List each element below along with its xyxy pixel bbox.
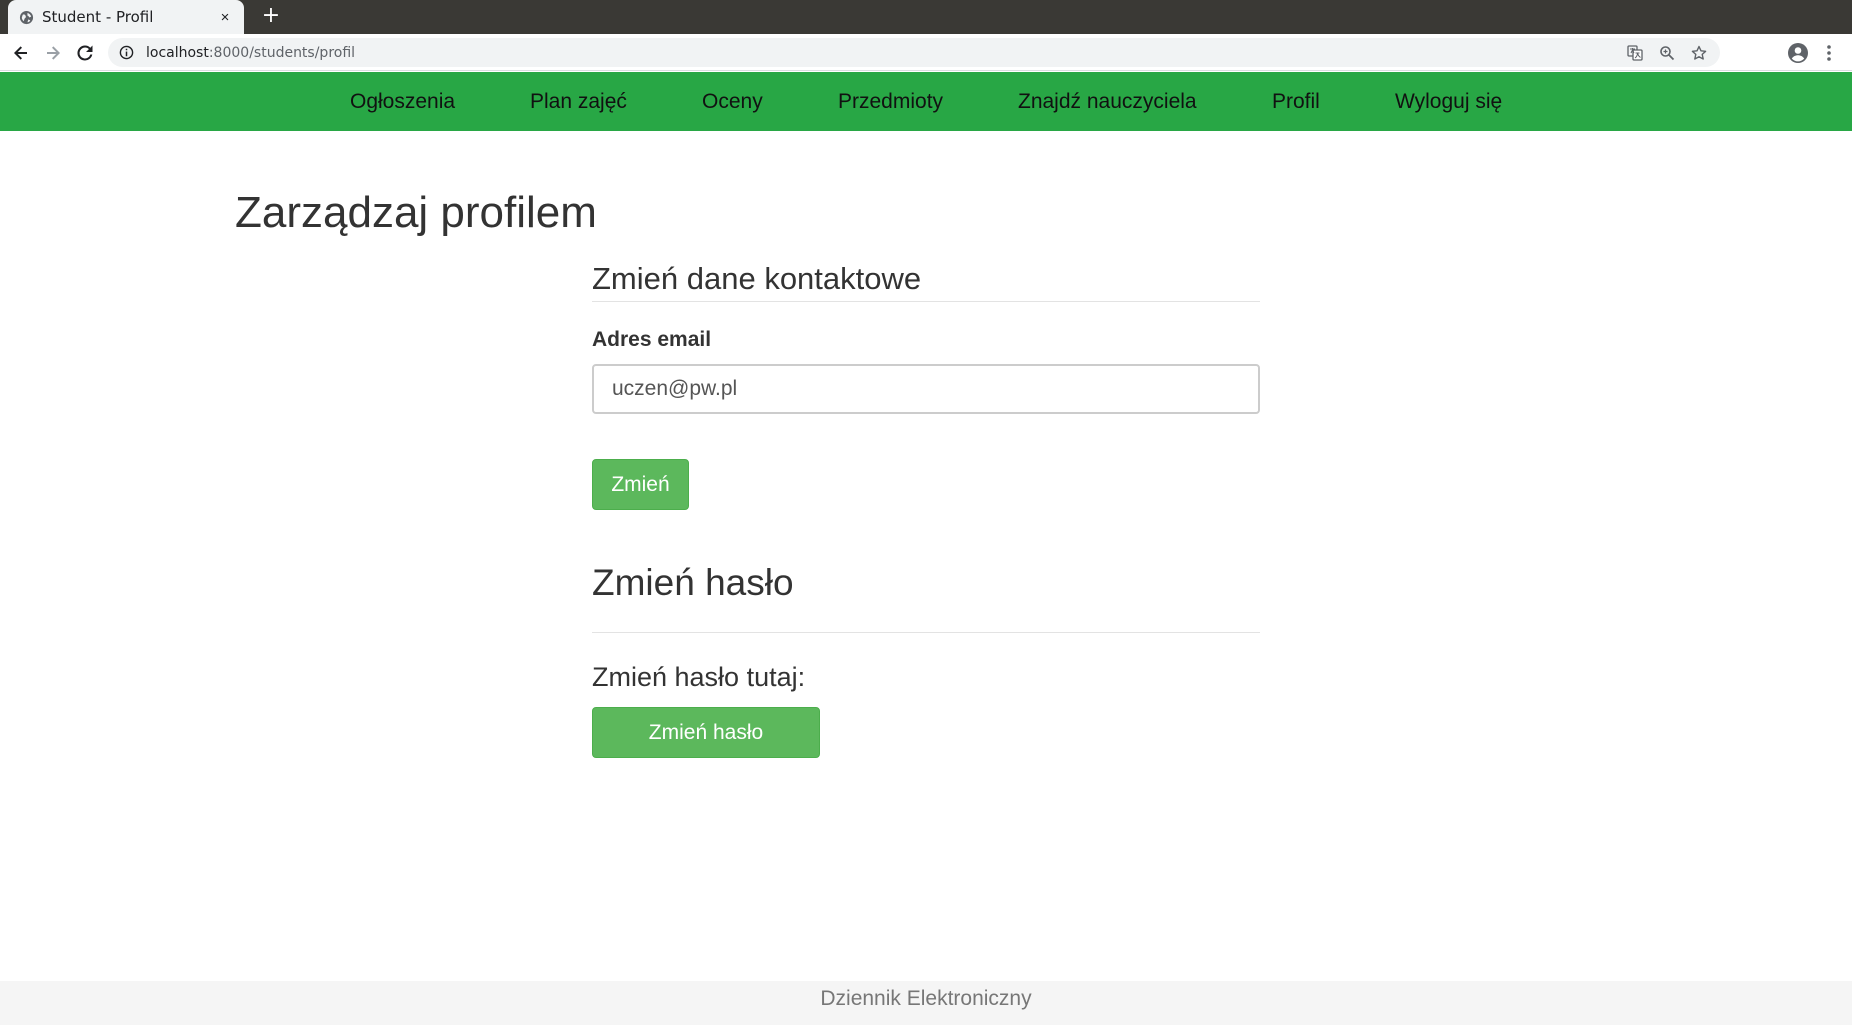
nav-item-profil[interactable]: Profil <box>1272 72 1320 131</box>
reload-button[interactable] <box>72 40 98 66</box>
translate-icon[interactable] <box>1626 44 1644 62</box>
change-password-button[interactable]: Zmień hasło <box>592 707 820 758</box>
url-host: localhost <box>146 44 209 61</box>
page-title: Zarządzaj profilem <box>235 188 597 237</box>
nav-item-oceny[interactable]: Oceny <box>702 72 763 131</box>
email-input[interactable] <box>592 364 1260 414</box>
reload-icon <box>77 45 93 61</box>
footer: Dziennik Elektroniczny <box>0 981 1852 1025</box>
forward-button[interactable] <box>40 40 66 66</box>
arrow-right-icon <box>47 46 60 60</box>
nav-item-plan-zajec[interactable]: Plan zajęć <box>530 72 627 131</box>
new-tab-button[interactable]: + <box>258 4 284 30</box>
password-section-heading: Zmień hasło <box>592 562 794 603</box>
tab-title: Student - Profil <box>42 8 154 26</box>
kebab-menu-icon <box>1827 45 1831 61</box>
password-prompt: Zmień hasło tutaj: <box>592 662 806 692</box>
profile-button[interactable] <box>1785 40 1811 66</box>
main-navbar: Ogłoszenia Plan zajęć Oceny Przedmioty Z… <box>0 72 1852 131</box>
info-icon[interactable] <box>118 45 134 61</box>
browser-tab[interactable]: Student - Profil × <box>8 0 244 34</box>
browser-toolbar: localhost:8000/students/profil <box>0 34 1852 71</box>
section-divider <box>592 632 1260 633</box>
section-divider <box>592 301 1260 302</box>
nav-item-przedmioty[interactable]: Przedmioty <box>838 72 943 131</box>
change-email-button[interactable]: Zmień <box>592 459 689 510</box>
back-button[interactable] <box>8 40 34 66</box>
url-path: :8000/students/profil <box>208 44 356 61</box>
arrow-left-icon <box>14 46 27 60</box>
footer-text: Dziennik Elektroniczny <box>820 987 1032 1010</box>
account-icon <box>1788 43 1808 63</box>
email-label: Adres email <box>592 328 712 351</box>
url-text[interactable]: localhost:8000/students/profil <box>146 45 355 61</box>
address-bar[interactable]: localhost:8000/students/profil <box>108 38 1720 67</box>
star-icon[interactable] <box>1690 44 1708 62</box>
address-bar-icons <box>1626 38 1708 67</box>
contact-section-heading: Zmień dane kontaktowe <box>592 261 922 296</box>
zoom-icon[interactable] <box>1658 44 1676 62</box>
nav-item-ogloszenia[interactable]: Ogłoszenia <box>350 72 455 131</box>
nav-item-znajdz-nauczyciela[interactable]: Znajdź nauczyciela <box>1018 72 1197 131</box>
nav-item-wyloguj[interactable]: Wyloguj się <box>1395 72 1502 131</box>
browser-menu-button[interactable] <box>1818 40 1840 66</box>
browser-tab-strip: Student - Profil × + <box>0 0 1852 34</box>
tab-close-icon[interactable]: × <box>216 9 234 26</box>
globe-icon <box>18 9 34 25</box>
